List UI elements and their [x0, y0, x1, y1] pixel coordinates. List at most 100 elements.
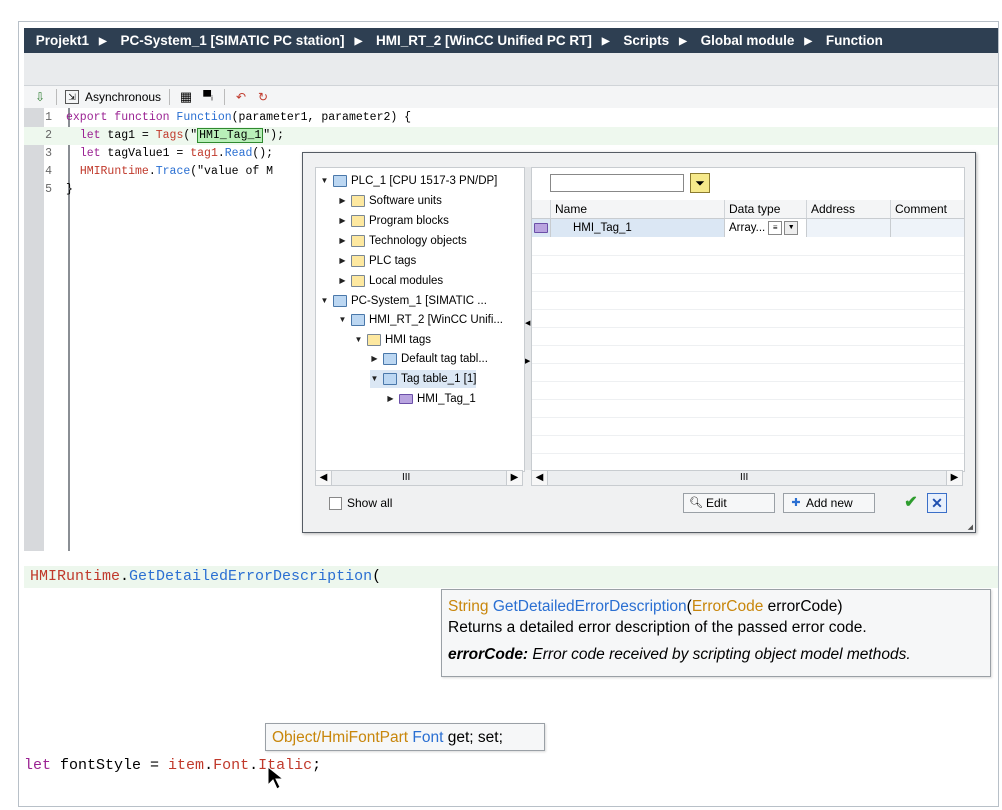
expand-toggle-icon[interactable]: ▶: [338, 232, 347, 250]
expand-toggle-icon[interactable]: ▼: [320, 172, 329, 190]
tag-row-icon: [532, 219, 550, 237]
expand-toggle-icon[interactable]: ▼: [320, 292, 329, 310]
edit-button[interactable]: 🔍︎ Edit: [683, 493, 775, 513]
tree-item-pc-system[interactable]: ▼ PC-System_1 [SIMATIC ...: [320, 292, 487, 310]
undo-delete-icon[interactable]: ↶: [233, 89, 249, 105]
breadcrumb-item-project[interactable]: Projekt1: [34, 28, 91, 53]
data-type-cell[interactable]: Array... ≡ ▼: [724, 219, 806, 237]
add-new-button-label: Add new: [806, 496, 853, 510]
code-line[interactable]: 2 let tag1 = Tags(" HMI_Tag_1 ");: [24, 127, 998, 145]
breadcrumb-item-global-module[interactable]: Global module: [699, 28, 797, 53]
code-line[interactable]: 1 export function Function(parameter1, pa…: [24, 109, 998, 127]
expand-toggle-icon[interactable]: ▶: [338, 272, 347, 290]
property-type: Object/HmiFontPart: [272, 729, 409, 746]
scroll-left-icon[interactable]: ◀: [316, 471, 332, 485]
tree-item-tag-table-1[interactable]: ▼ Tag table_1 [1]: [370, 370, 477, 388]
array-edit-icon[interactable]: ≡: [768, 220, 783, 235]
code-object: Tags: [155, 129, 184, 142]
mouse-cursor-icon: [267, 765, 285, 790]
expand-toggle-icon[interactable]: ▼: [370, 370, 379, 388]
tree-item-plc[interactable]: ▼ PLC_1 [CPU 1517-3 PN/DP]: [320, 172, 497, 190]
expand-toggle-icon[interactable]: ▼: [354, 331, 363, 349]
comment-cell[interactable]: [890, 219, 964, 237]
tree-item-program-blocks[interactable]: ▶ Program blocks: [338, 212, 449, 230]
show-all-label[interactable]: Show all: [347, 496, 392, 510]
property-name: Font: [412, 729, 444, 746]
expand-toggle-icon[interactable]: ▼: [338, 311, 347, 329]
data-type-value: Array...: [729, 222, 766, 234]
tree-horizontal-scrollbar[interactable]: ◀ III ▶: [315, 470, 523, 486]
column-header-address[interactable]: Address: [806, 200, 890, 218]
code-text: ();: [252, 147, 274, 160]
confirm-check-icon[interactable]: ✔: [901, 493, 921, 513]
address-cell[interactable]: [806, 219, 890, 237]
param-doc-desc: Error code received by scripting object …: [528, 646, 911, 663]
async-label[interactable]: Asynchronous: [85, 90, 161, 104]
breadcrumb-item-pc-system[interactable]: PC-System_1 [SIMATIC PC station]: [119, 28, 347, 53]
remove-snippet-icon[interactable]: ↻: [255, 89, 271, 105]
code-text: (: [372, 568, 382, 585]
tree-item-label: Local modules: [369, 275, 444, 287]
column-header-data-type[interactable]: Data type: [724, 200, 806, 218]
expand-toggle-icon[interactable]: ▶: [386, 390, 395, 408]
scroll-left-icon[interactable]: ◀: [532, 471, 548, 485]
tag-placeholder-highlight[interactable]: HMI_Tag_1: [197, 128, 264, 143]
grid-header: Name Data type Address Comment: [532, 200, 964, 219]
resize-grip-icon[interactable]: ◢: [968, 523, 973, 531]
expand-toggle-icon[interactable]: ▶: [370, 350, 379, 368]
tree-item-hmi-rt[interactable]: ▼ HMI_RT_2 [WinCC Unifi...: [338, 311, 503, 329]
tooltip-function-name: GetDetailedErrorDescription: [492, 598, 687, 615]
tree-item-hmi-tag-1[interactable]: ▶ HMI_Tag_1: [386, 390, 475, 408]
table-row[interactable]: HMI_Tag_1 Array... ≡ ▼: [532, 219, 964, 237]
tag-name-cell[interactable]: HMI_Tag_1: [550, 219, 724, 237]
tree-item-hmi-tags[interactable]: ▼ HMI tags: [354, 331, 431, 349]
tag-table-icon[interactable]: ▦: [178, 89, 194, 105]
scroll-thumb[interactable]: III: [740, 471, 748, 485]
folder-icon: [351, 235, 365, 247]
add-new-button[interactable]: ✚ Add new: [783, 493, 875, 513]
scroll-right-icon[interactable]: ▶: [946, 471, 962, 485]
tree-item-software-units[interactable]: ▶ Software units: [338, 192, 442, 210]
expand-toggle-icon[interactable]: ▶: [338, 192, 347, 210]
column-header-comment[interactable]: Comment: [890, 200, 964, 218]
breadcrumb-item-function[interactable]: Function: [824, 28, 885, 53]
expand-toggle-icon[interactable]: ▶: [338, 252, 347, 270]
tree-item-local-modules[interactable]: ▶ Local modules: [338, 272, 443, 290]
code-function: Trace: [155, 165, 191, 178]
grid-horizontal-scrollbar[interactable]: ◀ III ▶: [531, 470, 963, 486]
scroll-thumb[interactable]: III: [402, 471, 410, 485]
filter-input[interactable]: [550, 174, 684, 192]
tree-item-plc-tags[interactable]: ▶ PLC tags: [338, 252, 416, 270]
tag-table-icon: [383, 353, 397, 365]
collapse-right-icon[interactable]: ▶: [525, 357, 530, 365]
collapse-left-icon[interactable]: ◀: [525, 319, 530, 327]
code-object: HMIRuntime: [30, 568, 121, 585]
chevron-right-icon: ▶: [99, 36, 107, 47]
breadcrumb-item-scripts[interactable]: Scripts: [621, 28, 671, 53]
tree-item-technology-objects[interactable]: ▶ Technology objects: [338, 232, 467, 250]
breadcrumb-item-hmi-rt[interactable]: HMI_RT_2 [WinCC Unified PC RT]: [374, 28, 594, 53]
return-type: String: [448, 598, 489, 615]
code-function: Function: [176, 111, 232, 124]
grid-rule: [532, 327, 964, 328]
expand-toggle-icon[interactable]: ▶: [338, 212, 347, 230]
dropdown-arrow-icon[interactable]: ▼: [784, 220, 799, 235]
show-all-checkbox[interactable]: [329, 497, 342, 510]
plc-icon: [333, 175, 347, 187]
sync-script-icon[interactable]: ⇩: [32, 89, 48, 105]
param-name: errorCode: [763, 598, 838, 615]
async-icon[interactable]: ⇲: [65, 90, 79, 104]
project-tree: ▼ PLC_1 [CPU 1517-3 PN/DP] ▶ Software unit…: [315, 167, 525, 472]
property-tooltip: Object/HmiFontPart Font get; set;: [265, 723, 545, 751]
tag-info-icon[interactable]: ▀ᵢ: [200, 89, 216, 105]
scroll-right-icon[interactable]: ▶: [506, 471, 522, 485]
column-header-name[interactable]: Name: [550, 200, 724, 218]
filter-icon[interactable]: ⏷: [690, 173, 710, 193]
param-type: ErrorCode: [691, 598, 764, 615]
code-text: ");: [263, 129, 284, 142]
magnifier-icon: 🔍︎: [689, 497, 703, 509]
example-code-line: HMIRuntime.GetDetailedErrorDescription(: [24, 566, 998, 588]
cancel-x-icon[interactable]: ✕: [927, 493, 947, 513]
tree-item-default-tag-table[interactable]: ▶ Default tag tabl...: [370, 350, 488, 368]
code-line[interactable]: HMIRuntime.GetDetailedErrorDescription(: [30, 567, 381, 587]
